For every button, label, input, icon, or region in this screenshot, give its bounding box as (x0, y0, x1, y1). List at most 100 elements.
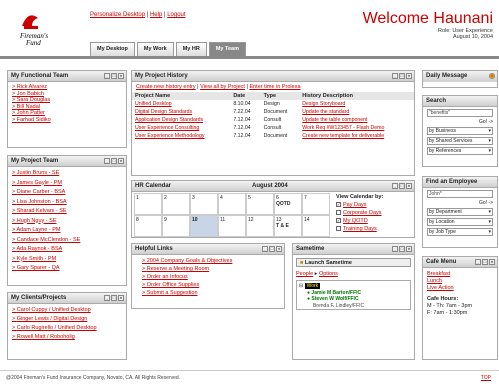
helpful-link[interactable]: 2004 Company Goals & Objectives (142, 257, 280, 265)
close-icon[interactable]: × (406, 73, 412, 79)
close-icon[interactable]: × (276, 246, 282, 252)
search-references-select[interactable]: by References (427, 147, 493, 155)
maximize-icon[interactable]: □ (111, 158, 117, 164)
search-go-button[interactable]: Go! -> (423, 119, 497, 125)
team-member-link[interactable]: Gary Sparer - QA (12, 264, 122, 274)
filter-label[interactable]: Training Days (343, 226, 377, 232)
helpful-link[interactable]: Order an Infocus (142, 273, 280, 281)
project-link[interactable]: Application Design Standards (132, 116, 230, 124)
team-member-link[interactable]: Diane Carber - BSA (12, 188, 122, 198)
maximize-icon[interactable]: □ (111, 295, 117, 301)
calendar-day[interactable]: 11 (218, 215, 246, 237)
help-link[interactable]: Help (150, 12, 162, 18)
calendar-day[interactable]: 12 (246, 215, 274, 237)
calendar-day[interactable]: 6 QOTD (274, 193, 302, 215)
team-member-link[interactable]: Rick Alvarez (12, 84, 122, 91)
close-icon[interactable]: × (406, 246, 412, 252)
close-icon[interactable]: × (118, 295, 124, 301)
filter-option[interactable]: ✓ Pay Days (336, 201, 414, 209)
helpful-link[interactable]: Submit a Suggestion (142, 289, 280, 297)
maximize-icon[interactable]: □ (482, 259, 488, 265)
checkbox-checked[interactable]: ✓ (336, 218, 341, 224)
filter-label[interactable]: My QOTD (343, 218, 368, 224)
checkbox[interactable] (336, 226, 341, 232)
calendar-day[interactable]: 3 (190, 193, 218, 215)
search-business-select[interactable]: by Business (427, 127, 493, 135)
filter-label[interactable]: Corporate Days (343, 210, 382, 216)
minimize-icon[interactable]: _ (104, 73, 110, 79)
project-link[interactable]: User Experience Consulting (132, 124, 230, 132)
filter-option[interactable]: Training Days (336, 225, 414, 233)
team-member-link[interactable]: Justin Bruns - SE (12, 169, 122, 179)
people-menu[interactable]: People (296, 271, 313, 277)
helpful-link[interactable]: Order Office Supplies (142, 281, 280, 289)
top-link[interactable]: TOP (481, 375, 491, 381)
location-select[interactable]: by Location (427, 218, 493, 226)
team-member-link[interactable]: Candace McClendon - SE (12, 236, 122, 246)
close-icon[interactable]: × (118, 73, 124, 79)
launch-sametime-button[interactable]: ■ Launch Sametime (296, 258, 411, 267)
minimize-icon[interactable]: _ (392, 73, 398, 79)
calendar-day[interactable]: 7 (302, 193, 330, 215)
maximize-icon[interactable]: □ (399, 73, 405, 79)
tab-my-desktop[interactable]: My Desktop (90, 42, 135, 56)
logout-link[interactable]: Logout (167, 12, 185, 18)
enter-time-link[interactable]: Enter time in Prolexa (249, 84, 300, 90)
filter-option[interactable]: ✓ My QOTD (336, 217, 414, 225)
tab-my-team[interactable]: My Team (208, 42, 246, 56)
minimize-icon[interactable]: _ (392, 183, 398, 189)
client-link[interactable]: Carlo Rugirello / Unified Desktop (12, 324, 122, 333)
calendar-day[interactable]: 1 (134, 193, 162, 215)
project-link[interactable]: Unified Desktop (132, 100, 230, 108)
tab-my-hr[interactable]: My HR (175, 42, 207, 56)
calendar-day[interactable]: 8 (134, 215, 162, 237)
description-link[interactable]: Update the table component (299, 116, 414, 124)
team-member-link[interactable]: John Patter (12, 110, 122, 117)
calendar-day[interactable]: 4 (218, 193, 246, 215)
minimize-icon[interactable]: _ (262, 246, 268, 252)
live-action-link[interactable]: Live Action (427, 285, 493, 292)
maximize-icon[interactable]: □ (399, 183, 405, 189)
buddy-offline[interactable]: Brenda F. Lindley/FFIC (299, 303, 408, 310)
info-icon[interactable]: i (489, 73, 495, 79)
calendar-day[interactable]: 9 (162, 215, 190, 237)
team-member-link[interactable]: Hugh Nguy - SE (12, 217, 122, 227)
calendar-day[interactable]: 5 (246, 193, 274, 215)
create-history-link[interactable]: Create new history entry (136, 84, 196, 90)
helpful-link[interactable]: Reserve a Meeting Room (142, 265, 280, 273)
minimize-icon[interactable]: _ (104, 295, 110, 301)
description-link[interactable]: Create new template for deliverable (299, 132, 414, 140)
team-member-link[interactable]: Sharad Kelvars - SE (12, 207, 122, 217)
close-icon[interactable]: × (406, 183, 412, 189)
checkbox[interactable] (336, 210, 341, 216)
team-member-link[interactable]: Lisa Johnston - BSA (12, 198, 122, 208)
lunch-link[interactable]: Lunch (427, 278, 493, 285)
team-member-link[interactable]: Bill Nadal (12, 104, 122, 111)
team-member-link[interactable]: Jon Babich (12, 91, 122, 98)
team-member-link[interactable]: Adam Layne - PM (12, 226, 122, 236)
project-link[interactable]: User Experience Methodology (132, 132, 230, 140)
minimize-icon[interactable]: _ (392, 246, 398, 252)
description-link[interactable]: Design Storyboard (299, 100, 414, 108)
calendar-day[interactable]: 13 T & E (274, 215, 302, 237)
search-input[interactable]: "benefits" (427, 109, 493, 117)
team-member-link[interactable]: James Gayle - PM (12, 179, 122, 189)
job-type-select[interactable]: by Job Type (427, 228, 493, 236)
maximize-icon[interactable]: □ (111, 73, 117, 79)
team-member-link[interactable]: Sara Douglas (12, 97, 122, 104)
tab-my-work[interactable]: My Work (136, 42, 174, 56)
project-link[interactable]: Digital Design Standards (132, 108, 230, 116)
client-link[interactable]: Ginger Lewis / Digital Design (12, 315, 122, 324)
calendar-day[interactable]: 2 (162, 193, 190, 215)
team-member-link[interactable]: Farhad Sidiko (12, 117, 122, 124)
breakfast-link[interactable]: Breakfast (427, 271, 493, 278)
client-link[interactable]: Carol Cuppy / Unified Desktop (12, 306, 122, 315)
minimize-icon[interactable]: _ (104, 158, 110, 164)
description-link[interactable]: Work Req #W123457 - Flash Demo (299, 124, 414, 132)
maximize-icon[interactable]: □ (269, 246, 275, 252)
maximize-icon[interactable]: □ (399, 246, 405, 252)
calendar-day[interactable]: 14 (302, 215, 330, 237)
checkbox-checked[interactable]: ✓ (336, 202, 341, 208)
minimize-icon[interactable]: _ (475, 259, 481, 265)
department-select[interactable]: by Department (427, 208, 493, 216)
